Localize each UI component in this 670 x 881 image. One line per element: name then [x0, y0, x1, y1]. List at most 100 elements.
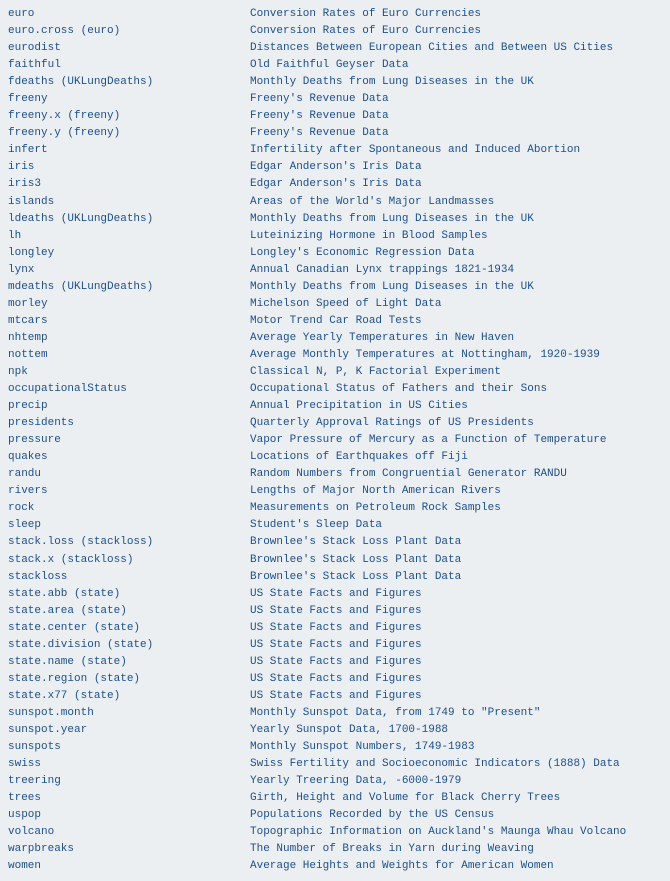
dataset-description: Vapor Pressure of Mercury as a Function … [250, 432, 662, 449]
dataset-name: infert [8, 142, 250, 159]
dataset-description: Longley's Economic Regression Data [250, 245, 662, 262]
dataset-description: Old Faithful Geyser Data [250, 57, 662, 74]
dataset-name: sleep [8, 517, 250, 534]
dataset-row: eurodistDistances Between European Citie… [8, 40, 662, 57]
dataset-name: pressure [8, 432, 250, 449]
dataset-row: state.region (state)US State Facts and F… [8, 671, 662, 688]
dataset-description: Locations of Earthquakes off Fiji [250, 449, 662, 466]
dataset-row: state.name (state)US State Facts and Fig… [8, 654, 662, 671]
dataset-row: nottemAverage Monthly Temperatures at No… [8, 347, 662, 364]
dataset-row: stack.loss (stackloss)Brownlee's Stack L… [8, 534, 662, 551]
dataset-name: euro [8, 6, 250, 23]
dataset-description: Motor Trend Car Road Tests [250, 313, 662, 330]
dataset-name: nottem [8, 347, 250, 364]
dataset-row: euroConversion Rates of Euro Currencies [8, 6, 662, 23]
dataset-name: occupationalStatus [8, 381, 250, 398]
dataset-name: eurodist [8, 40, 250, 57]
dataset-row: stack.x (stackloss)Brownlee's Stack Loss… [8, 552, 662, 569]
dataset-name: trees [8, 790, 250, 807]
dataset-description: Annual Canadian Lynx trappings 1821-1934 [250, 262, 662, 279]
dataset-name: randu [8, 466, 250, 483]
dataset-description: Freeny's Revenue Data [250, 91, 662, 108]
dataset-row: fdeaths (UKLungDeaths)Monthly Deaths fro… [8, 74, 662, 91]
dataset-name: presidents [8, 415, 250, 432]
dataset-row: sunspotsMonthly Sunspot Numbers, 1749-19… [8, 739, 662, 756]
dataset-row: warpbreaksThe Number of Breaks in Yarn d… [8, 841, 662, 858]
dataset-description: Edgar Anderson's Iris Data [250, 176, 662, 193]
dataset-name: treering [8, 773, 250, 790]
dataset-row: longleyLongley's Economic Regression Dat… [8, 245, 662, 262]
dataset-description: Occupational Status of Fathers and their… [250, 381, 662, 398]
dataset-name: faithful [8, 57, 250, 74]
dataset-description: US State Facts and Figures [250, 637, 662, 654]
dataset-row: morleyMichelson Speed of Light Data [8, 296, 662, 313]
dataset-row: pressureVapor Pressure of Mercury as a F… [8, 432, 662, 449]
dataset-name: stack.loss (stackloss) [8, 534, 250, 551]
dataset-description: US State Facts and Figures [250, 586, 662, 603]
dataset-name: freeny.y (freeny) [8, 125, 250, 142]
dataset-description: Classical N, P, K Factorial Experiment [250, 364, 662, 381]
dataset-description: Conversion Rates of Euro Currencies [250, 6, 662, 23]
dataset-name: lynx [8, 262, 250, 279]
dataset-description: Measurements on Petroleum Rock Samples [250, 500, 662, 517]
dataset-name: swiss [8, 756, 250, 773]
dataset-row: npkClassical N, P, K Factorial Experimen… [8, 364, 662, 381]
dataset-row: treeringYearly Treering Data, -6000-1979 [8, 773, 662, 790]
dataset-name: sunspot.month [8, 705, 250, 722]
dataset-row: iris3Edgar Anderson's Iris Data [8, 176, 662, 193]
dataset-description: Average Heights and Weights for American… [250, 858, 662, 875]
dataset-description: Swiss Fertility and Socioeconomic Indica… [250, 756, 662, 773]
dataset-description: Yearly Sunspot Data, 1700-1988 [250, 722, 662, 739]
dataset-row: uspopPopulations Recorded by the US Cens… [8, 807, 662, 824]
dataset-name: uspop [8, 807, 250, 824]
dataset-description: Edgar Anderson's Iris Data [250, 159, 662, 176]
dataset-description: US State Facts and Figures [250, 688, 662, 705]
dataset-description: Areas of the World's Major Landmasses [250, 194, 662, 211]
dataset-row: sunspot.monthMonthly Sunspot Data, from … [8, 705, 662, 722]
dataset-name: longley [8, 245, 250, 262]
dataset-name: state.division (state) [8, 637, 250, 654]
dataset-row: state.abb (state)US State Facts and Figu… [8, 586, 662, 603]
dataset-description: Yearly Treering Data, -6000-1979 [250, 773, 662, 790]
dataset-name: freeny.x (freeny) [8, 108, 250, 125]
dataset-row: womenAverage Heights and Weights for Ame… [8, 858, 662, 875]
dataset-row: precipAnnual Precipitation in US Cities [8, 398, 662, 415]
dataset-description: Random Numbers from Congruential Generat… [250, 466, 662, 483]
dataset-row: state.center (state)US State Facts and F… [8, 620, 662, 637]
dataset-description: Monthly Deaths from Lung Diseases in the… [250, 74, 662, 91]
dataset-description: Quarterly Approval Ratings of US Preside… [250, 415, 662, 432]
dataset-row: infertInfertility after Spontaneous and … [8, 142, 662, 159]
dataset-row: quakesLocations of Earthquakes off Fiji [8, 449, 662, 466]
dataset-row: stacklossBrownlee's Stack Loss Plant Dat… [8, 569, 662, 586]
dataset-name: morley [8, 296, 250, 313]
dataset-name: ldeaths (UKLungDeaths) [8, 211, 250, 228]
dataset-name: sunspots [8, 739, 250, 756]
dataset-name: precip [8, 398, 250, 415]
dataset-row: faithfulOld Faithful Geyser Data [8, 57, 662, 74]
dataset-description: Freeny's Revenue Data [250, 125, 662, 142]
dataset-name: lh [8, 228, 250, 245]
dataset-row: mdeaths (UKLungDeaths)Monthly Deaths fro… [8, 279, 662, 296]
dataset-row: presidentsQuarterly Approval Ratings of … [8, 415, 662, 432]
dataset-description: Infertility after Spontaneous and Induce… [250, 142, 662, 159]
dataset-name: iris [8, 159, 250, 176]
dataset-row: sunspot.yearYearly Sunspot Data, 1700-19… [8, 722, 662, 739]
dataset-name: quakes [8, 449, 250, 466]
dataset-description: Populations Recorded by the US Census [250, 807, 662, 824]
dataset-row: freeny.x (freeny)Freeny's Revenue Data [8, 108, 662, 125]
dataset-description: Average Monthly Temperatures at Nottingh… [250, 347, 662, 364]
dataset-description: Lengths of Major North American Rivers [250, 483, 662, 500]
dataset-name: state.area (state) [8, 603, 250, 620]
dataset-description: Michelson Speed of Light Data [250, 296, 662, 313]
dataset-description: Freeny's Revenue Data [250, 108, 662, 125]
dataset-row: freeny.y (freeny)Freeny's Revenue Data [8, 125, 662, 142]
dataset-name: warpbreaks [8, 841, 250, 858]
dataset-row: irisEdgar Anderson's Iris Data [8, 159, 662, 176]
dataset-name: euro.cross (euro) [8, 23, 250, 40]
dataset-description: Monthly Deaths from Lung Diseases in the… [250, 279, 662, 296]
dataset-description: US State Facts and Figures [250, 671, 662, 688]
dataset-description: Luteinizing Hormone in Blood Samples [250, 228, 662, 245]
dataset-description: Girth, Height and Volume for Black Cherr… [250, 790, 662, 807]
dataset-row: state.division (state)US State Facts and… [8, 637, 662, 654]
dataset-row: riversLengths of Major North American Ri… [8, 483, 662, 500]
